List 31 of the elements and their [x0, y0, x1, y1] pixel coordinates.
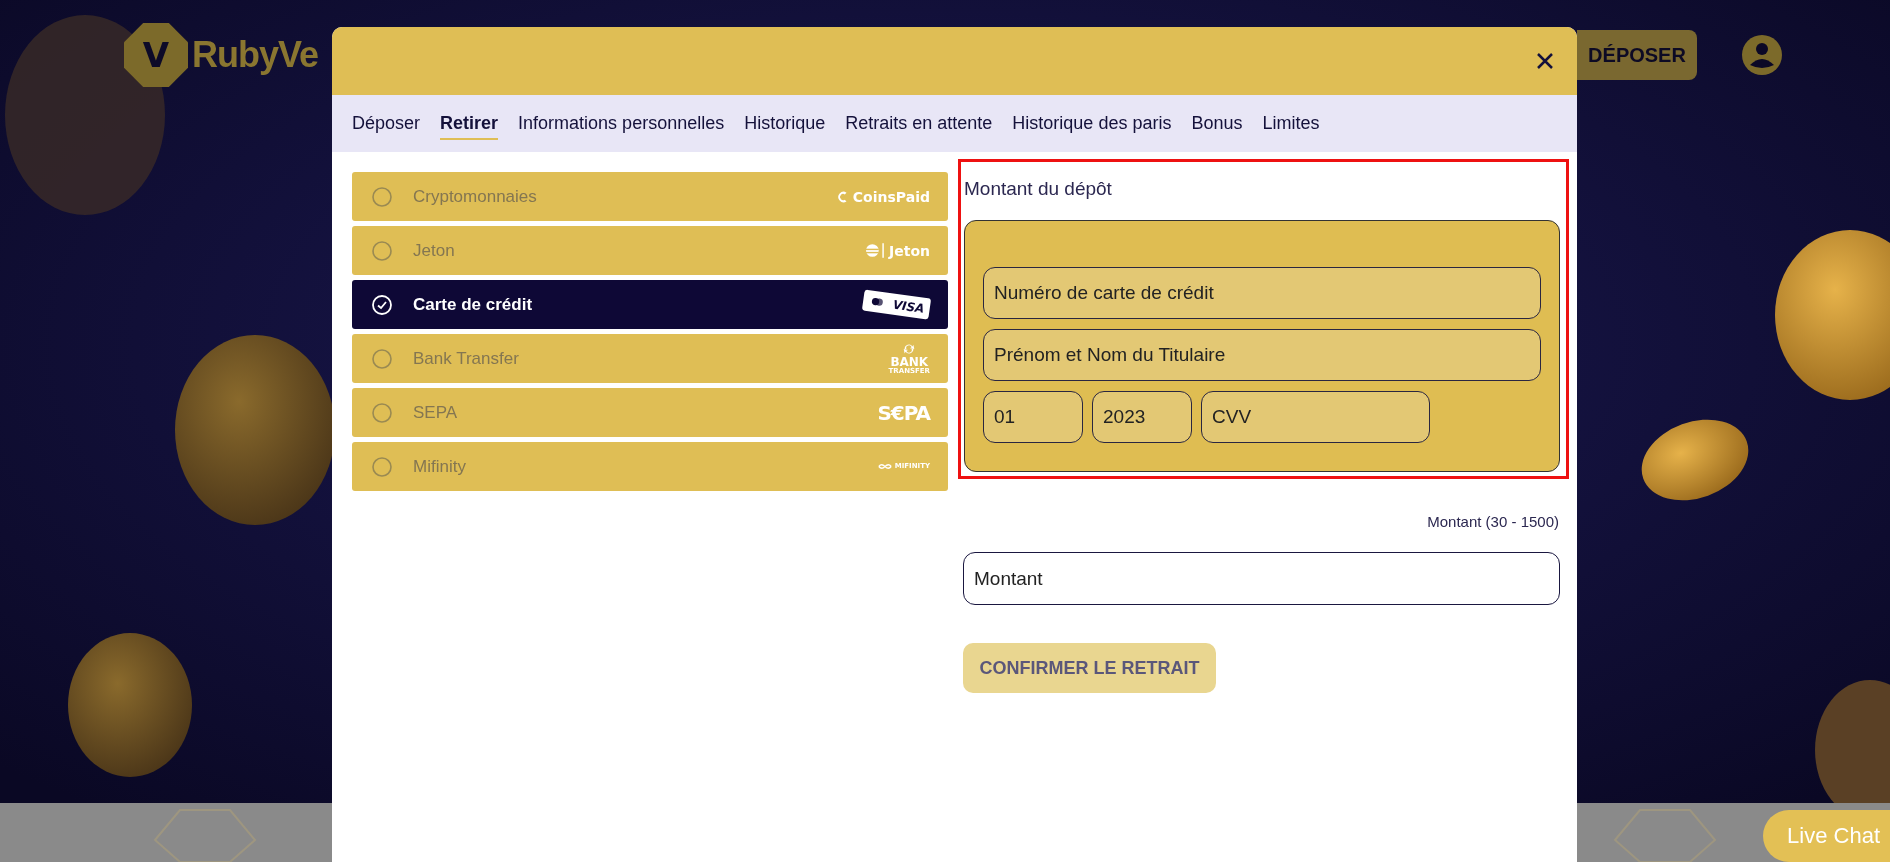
tab[interactable]: Retraits en attente — [845, 107, 993, 140]
payment-logo: VISA — [862, 289, 932, 320]
radio-circle-icon — [372, 240, 392, 261]
payment-logo: S€PA — [877, 402, 930, 423]
card-input-field[interactable]: CVV — [1201, 391, 1430, 443]
radio-circle-icon — [372, 402, 392, 423]
site-logo[interactable]: RubyVe — [192, 34, 319, 76]
radio-circle-icon — [372, 456, 392, 477]
tab[interactable]: Bonus — [1191, 107, 1243, 140]
tab[interactable]: Historique des paris — [1012, 107, 1172, 140]
tab[interactable]: Historique — [744, 107, 826, 140]
section-title: Montant du dépôt — [964, 178, 1113, 200]
payment-logo: Jeton — [866, 243, 930, 258]
radio-circle-icon — [372, 348, 392, 369]
close-icon[interactable] — [1535, 51, 1555, 71]
user-icon[interactable] — [1742, 35, 1782, 75]
amount-input-field[interactable]: Montant — [963, 552, 1560, 605]
card-input-field[interactable]: 2023 — [1092, 391, 1192, 443]
card-input-field[interactable]: Prénom et Nom du Titulaire — [983, 329, 1541, 381]
deposit-button[interactable]: DÉPOSER — [1577, 30, 1697, 80]
tab[interactable]: Limites — [1262, 107, 1320, 140]
tab[interactable]: Retirer — [440, 107, 499, 140]
tab[interactable]: Déposer — [352, 107, 421, 140]
check-circle-icon — [372, 294, 392, 315]
amount-range-label: Montant (30 - 1500) — [1427, 513, 1559, 530]
tab[interactable]: Informations personnelles — [518, 107, 725, 140]
card-input-field[interactable]: Numéro de carte de crédit — [983, 267, 1541, 319]
payment-logo: CoinsPaid — [835, 188, 930, 205]
radio-circle-icon — [372, 186, 392, 207]
payment-method-option[interactable]: Carte de crédit VISA — [352, 280, 948, 329]
card-input-field[interactable]: 01 — [983, 391, 1083, 443]
